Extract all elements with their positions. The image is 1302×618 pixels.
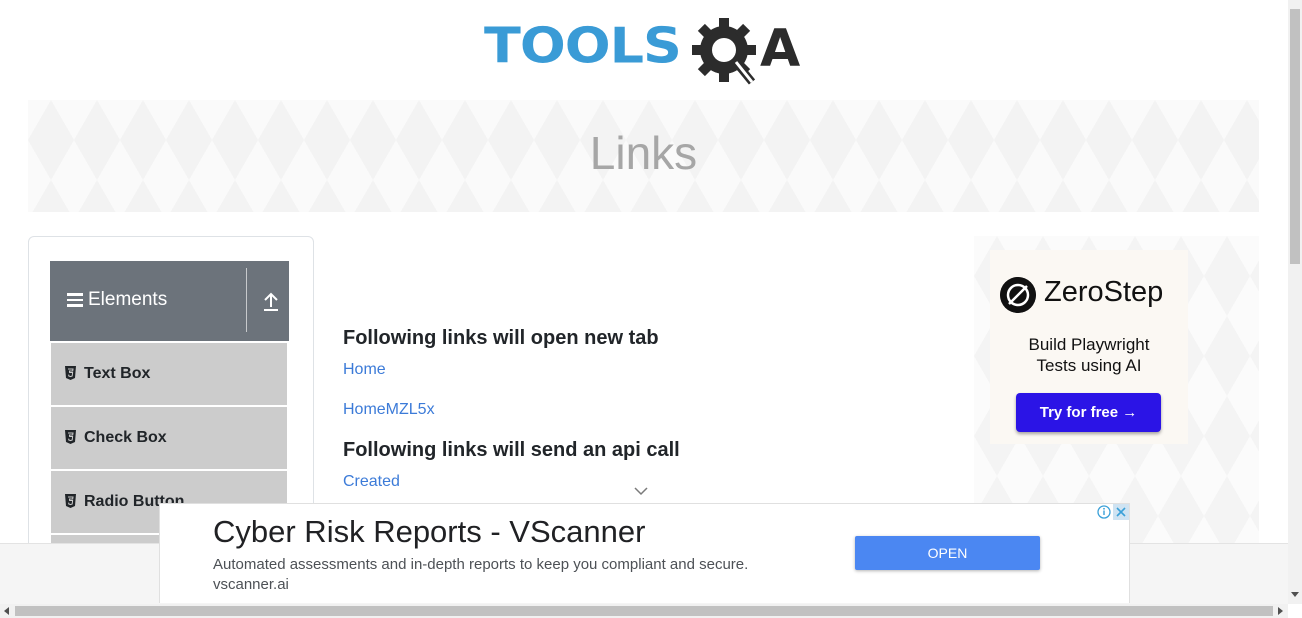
try-for-free-button[interactable]: Try for free →: [1016, 393, 1161, 432]
vertical-scrollbar-thumb[interactable]: [1290, 9, 1300, 264]
zerostep-card: ZeroStep Build Playwright Tests using AI…: [990, 250, 1188, 444]
toolsqa-logo[interactable]: TOOLS A: [484, 16, 808, 90]
link-home[interactable]: Home: [343, 361, 386, 379]
section-heading-api: Following links will send an api call: [343, 439, 680, 461]
link-home-dynamic[interactable]: HomeMZL5x: [343, 401, 435, 419]
sidebar-group-elements[interactable]: Elements: [50, 261, 289, 341]
html5-icon: [65, 430, 76, 444]
ad-title[interactable]: Cyber Risk Reports - VScanner: [213, 514, 645, 550]
zerostep-brand: ZeroStep: [1044, 276, 1164, 308]
sidebar-item-label: Check Box: [84, 429, 167, 446]
page-banner: Links: [28, 100, 1259, 212]
ad-description: Automated assessments and in-depth repor…: [213, 556, 749, 573]
zerostep-tagline-line2: Tests using AI: [1036, 356, 1142, 375]
section-heading-new-tab: Following links will open new tab: [343, 327, 659, 349]
horizontal-scrollbar[interactable]: [0, 604, 1288, 618]
hamburger-icon: [67, 293, 83, 307]
ad-open-button[interactable]: OPEN: [855, 536, 1040, 570]
horizontal-scrollbar-thumb[interactable]: [15, 606, 1273, 616]
logo-text-a: A: [760, 19, 801, 79]
html5-icon: [65, 494, 76, 508]
chevron-down-icon[interactable]: [633, 484, 649, 498]
ad-url[interactable]: vscanner.ai: [213, 576, 289, 593]
sidebar-group-title: Elements: [88, 289, 168, 310]
gear-magnifier-icon: [692, 18, 756, 85]
divider: [246, 268, 247, 332]
scroll-down-icon[interactable]: [1291, 590, 1299, 598]
sidebar-item-check-box[interactable]: Check Box: [51, 407, 287, 469]
sidebar-item-label: Text Box: [84, 365, 151, 382]
zerostep-logo-icon: [1000, 277, 1036, 313]
html5-icon: [65, 366, 76, 380]
zerostep-tagline-line1: Build Playwright: [1028, 335, 1150, 354]
upload-arrow-icon[interactable]: [260, 289, 282, 313]
scroll-left-icon[interactable]: [3, 607, 11, 615]
sidebar-item-text-box[interactable]: Text Box: [51, 343, 287, 405]
bottom-ad[interactable]: Cyber Risk Reports - VScanner Automated …: [159, 503, 1130, 603]
scroll-right-icon[interactable]: [1276, 607, 1284, 615]
ad-choices-icon[interactable]: [1096, 504, 1129, 520]
page-title: Links: [589, 127, 698, 179]
vertical-scrollbar[interactable]: [1288, 0, 1302, 604]
zerostep-tagline: Build Playwright Tests using AI: [990, 334, 1188, 376]
link-created[interactable]: Created: [343, 473, 400, 491]
logo-text-tools: TOOLS: [484, 17, 682, 75]
